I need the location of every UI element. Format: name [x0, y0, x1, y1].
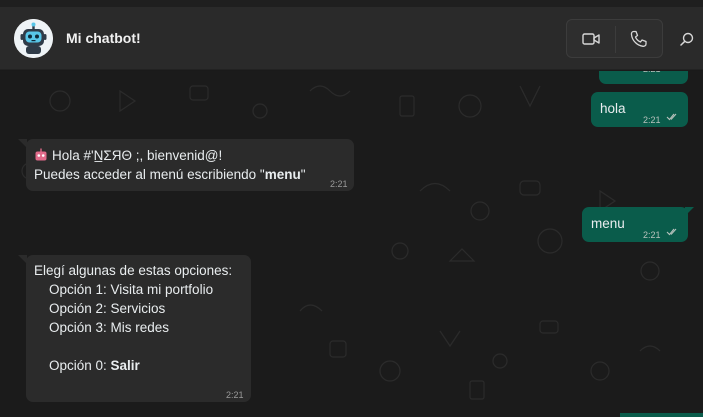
menu-keyword: menu [264, 167, 301, 182]
outgoing-message[interactable]: hola 2:21 [591, 92, 688, 127]
menu-hint-close: " [300, 167, 306, 182]
option-exit: Opción 0: Salir [34, 356, 232, 375]
phone-icon [630, 30, 647, 47]
robot-avatar-icon [14, 19, 53, 58]
menu-hint-text: Puedes acceder al menú escribiendo " [34, 167, 265, 182]
option-exit-label: Opción 0: [49, 358, 111, 373]
message-time: 2:21 [643, 71, 661, 79]
bubble-tail [685, 207, 694, 216]
video-call-icon[interactable] [582, 31, 600, 52]
greeting-line: Hola #'N̲ΣЯΘ ;, bienvenid@! [34, 146, 222, 165]
option-exit-keyword: Salir [110, 358, 140, 373]
option-item: Opción 3: Mis redes [49, 320, 170, 335]
call-buttons-group [566, 19, 663, 58]
options-heading: Elegí algunas de estas opciones: [34, 263, 233, 278]
bot-avatar[interactable] [14, 19, 53, 58]
window-top-strip [0, 0, 703, 7]
bubble-tail [18, 255, 27, 264]
message-text: ssss [607, 71, 634, 74]
robot-emoji-icon [35, 148, 47, 161]
message-time: 2:21 [643, 115, 661, 125]
message-text: hola [600, 101, 626, 116]
outgoing-message[interactable]: menu 2:21 [582, 207, 694, 242]
incoming-message[interactable]: Hola #'N̲ΣЯΘ ;, bienvenid@! Puedes acced… [18, 139, 354, 191]
incoming-message[interactable]: Elegí algunas de estas opciones: Opción … [18, 255, 251, 402]
chat-area[interactable]: ssss 2:21 hola 2:21 Hola #'N̲ΣЯΘ ;, bien… [0, 71, 703, 417]
call-separator [615, 26, 616, 53]
message-time: 2:21 [643, 230, 661, 240]
next-message-edge [620, 413, 703, 417]
double-check-icon [666, 113, 677, 121]
message-text: menu [591, 216, 625, 231]
chat-header: Mi chatbot! [0, 7, 703, 70]
menu-hint-line: Puedes acceder al menú escribiendo "menu… [34, 165, 306, 184]
option-item: Opción 2: Servicios [49, 301, 166, 316]
options-list: Elegí algunas de estas opciones: Opción … [34, 261, 232, 375]
chat-title: Mi chatbot! [66, 30, 141, 46]
option-item: Opción 1: Visita mi portfolio [49, 282, 214, 297]
voice-call-icon[interactable] [630, 30, 647, 53]
double-check-icon [666, 228, 677, 236]
search-icon[interactable] [680, 32, 694, 51]
video-call-icon-graphic [582, 33, 600, 45]
greeting-text: Hola #'N̲ΣЯΘ ;, bienvenid@! [52, 148, 223, 163]
message-time: 2:21 [226, 390, 244, 400]
bubble-tail [18, 139, 27, 148]
outgoing-message[interactable]: ssss 2:21 [599, 71, 688, 84]
message-time: 2:21 [330, 179, 348, 189]
magnifier-icon [680, 32, 694, 46]
